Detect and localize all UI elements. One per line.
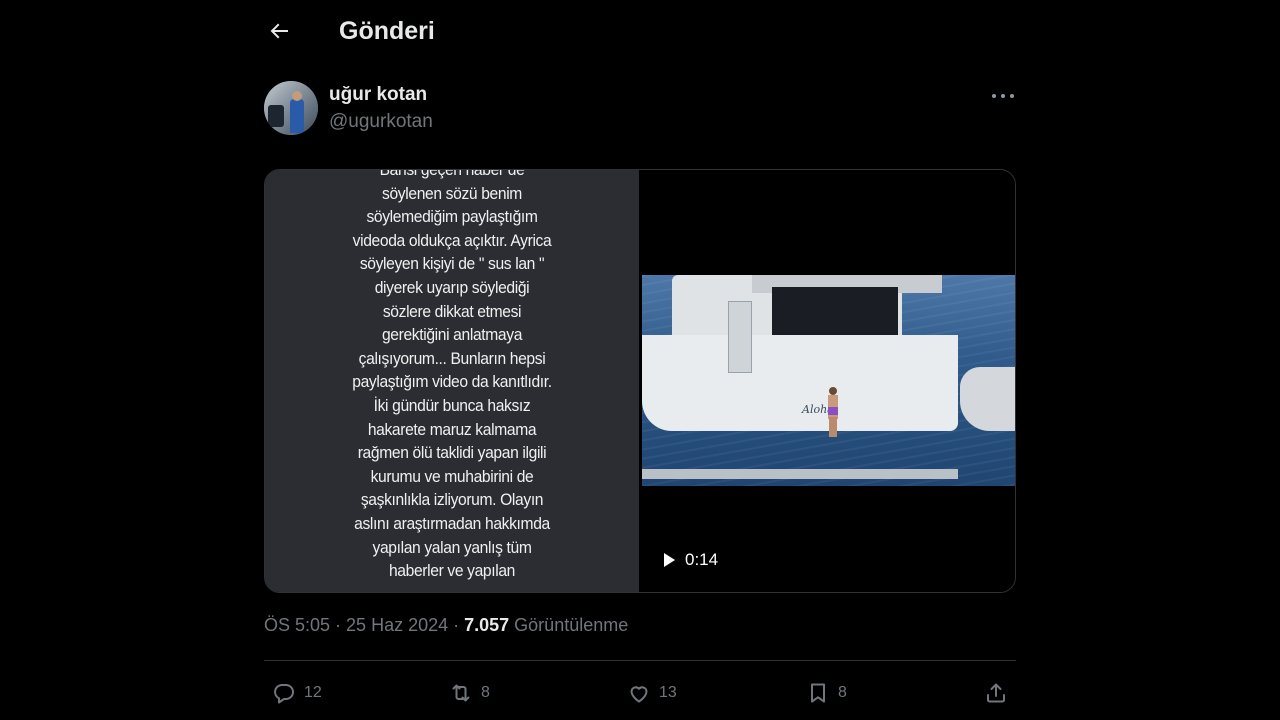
author-handle[interactable]: @ugurkotan	[329, 109, 433, 135]
avatar[interactable]	[264, 81, 318, 135]
swimmer	[826, 387, 840, 437]
like-icon	[630, 686, 648, 703]
story-line: çalışıyorum... Bunların hepsi	[358, 348, 546, 368]
author-display-name[interactable]: uğur kotan	[329, 82, 433, 108]
reply-icon	[274, 684, 294, 704]
video-panel[interactable]: Aloha 0:14	[640, 170, 1015, 592]
story-line: söyleyen kişiyi de " sus lan "	[359, 254, 545, 274]
divider	[264, 660, 1016, 661]
share-button[interactable]	[984, 677, 1008, 709]
reply-button[interactable]: 12	[272, 677, 322, 709]
yacht-hull: Aloha	[642, 335, 958, 479]
story-line: Bahsi geçen haber de	[280, 170, 624, 182]
more-icon	[992, 94, 996, 98]
story-line: İki gündür bunca haksız	[373, 395, 531, 415]
bookmark-count: 8	[838, 684, 847, 701]
like-count: 13	[659, 684, 677, 701]
story-line: rağmen ölü taklidi yapan ilgili	[357, 443, 547, 463]
page-title: Gönderi	[339, 16, 435, 45]
story-line: şaşkınlıkla izliyorum. Olayın	[360, 490, 544, 510]
views-count: 7.057	[464, 615, 510, 635]
story-line: aslını araştırmadan hakkımda	[354, 513, 550, 533]
post-meta: ÖS 5:05 · 25 Haz 2024 · 7.057 Görüntülen…	[264, 615, 628, 636]
like-button[interactable]: 13	[627, 677, 677, 709]
play-button[interactable]: 0:14	[664, 550, 718, 570]
story-text-panel: Bahsi geçen haber de söylenen sözü benim…	[265, 170, 639, 592]
story-line: kurumu ve muhabirini de	[370, 466, 534, 486]
reply-count: 12	[304, 684, 322, 701]
repost-button[interactable]: 8	[449, 677, 490, 709]
story-line: diyerek uyarıp söylediği	[374, 277, 530, 297]
media-container[interactable]: Bahsi geçen haber de söylenen sözü benim…	[264, 169, 1016, 593]
meta-separator: ·	[453, 615, 460, 635]
story-line: haberler ve yapılan	[388, 561, 516, 581]
views-label: Görüntülenme	[514, 615, 629, 635]
yacht-ladder	[728, 301, 752, 373]
play-icon	[664, 553, 675, 567]
video-frame[interactable]: Aloha	[642, 275, 1015, 486]
bookmark-icon	[811, 683, 825, 703]
back-button[interactable]	[264, 16, 294, 46]
post-date[interactable]: 25 Haz 2024	[346, 615, 448, 636]
back-arrow-icon	[270, 23, 288, 39]
yacht-cabin	[672, 275, 942, 337]
repost-count: 8	[481, 684, 490, 701]
more-options-button[interactable]	[992, 88, 1014, 104]
story-line: yapılan yalan yanlış tüm	[372, 537, 532, 557]
story-text: Bahsi geçen haber de söylenen sözü benim…	[280, 170, 624, 583]
bookmark-button[interactable]: 8	[806, 677, 847, 709]
story-line: gerektiğini anlatmaya	[381, 325, 523, 345]
share-icon	[987, 683, 1005, 703]
post-time[interactable]: ÖS 5:05	[264, 615, 330, 636]
story-line: hakarete maruz kalmama	[367, 419, 537, 439]
story-line: paylaştığım video da kanıtlıdır.	[352, 372, 552, 392]
meta-separator: ·	[335, 615, 342, 635]
story-line: söylenen sözü benim	[382, 183, 522, 203]
header: Gönderi	[264, 10, 435, 52]
story-line: sözlere dikkat etmesi	[382, 301, 522, 321]
author-block: uğur kotan @ugurkotan	[264, 81, 433, 135]
story-line: söylemediğim paylaştığım	[366, 207, 538, 227]
tender-boat	[960, 367, 1015, 431]
story-line: videoda oldukça açıktır. Ayrica	[352, 230, 552, 250]
video-duration: 0:14	[685, 550, 719, 569]
repost-icon	[452, 684, 470, 702]
action-bar: 12 8 13 8	[264, 677, 1016, 709]
